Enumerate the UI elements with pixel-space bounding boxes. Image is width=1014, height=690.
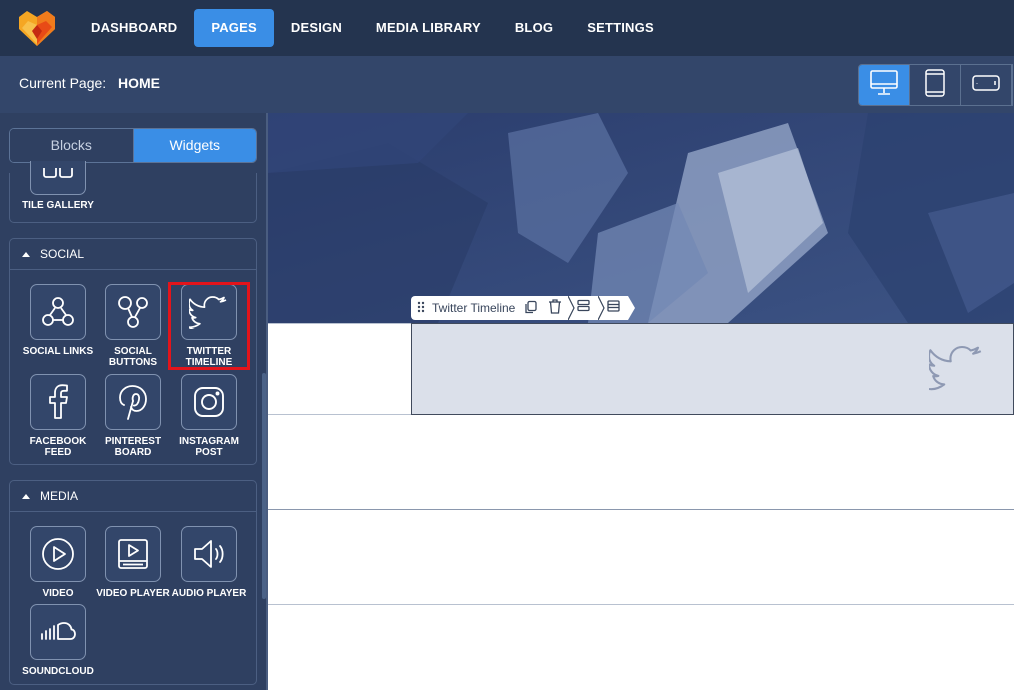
social-links-icon	[30, 284, 86, 340]
widget-label: SOCIAL LINKS	[22, 346, 94, 357]
desktop-view-button[interactable]	[859, 65, 910, 105]
tablet-icon	[924, 68, 946, 103]
social-panel-title: SOCIAL	[40, 247, 85, 261]
media-panel-header[interactable]: MEDIA	[10, 481, 256, 512]
collapse-caret-icon	[22, 251, 30, 257]
device-switcher	[858, 64, 1013, 106]
row-breadcrumb-button[interactable]	[568, 296, 599, 320]
hero-image	[268, 113, 1014, 323]
nav-pages[interactable]: PAGES	[194, 9, 274, 47]
current-page-value[interactable]: HOME	[118, 75, 160, 91]
widget-label: TILE GALLERY	[22, 200, 94, 211]
soundcloud-icon	[30, 604, 86, 660]
social-panel-header[interactable]: SOCIAL	[10, 239, 256, 270]
pinterest-icon	[105, 374, 161, 430]
video-player-icon	[105, 526, 161, 582]
widget-label: FACEBOOK FEED	[29, 436, 87, 458]
widget-video[interactable]: VIDEO	[20, 526, 96, 599]
social-buttons-icon	[105, 284, 161, 340]
facebook-icon	[30, 374, 86, 430]
tab-widgets[interactable]: Widgets	[132, 129, 256, 162]
widget-toolbar-title: Twitter Timeline	[432, 301, 516, 315]
drag-handle-icon[interactable]	[417, 301, 425, 316]
row-divider	[268, 604, 1014, 605]
nav-settings[interactable]: SETTINGS	[570, 9, 671, 47]
tile-gallery-icon	[30, 161, 86, 195]
mobile-landscape-view-button[interactable]	[961, 65, 1012, 105]
widget-video-player[interactable]: VIDEO PLAYER	[95, 526, 171, 599]
widget-toolbar-main: Twitter Timeline	[411, 296, 569, 320]
widget-instagram-post[interactable]: INSTAGRAM POST	[171, 374, 247, 458]
mobile-landscape-icon	[971, 73, 1001, 98]
gallery-panel: TILE GALLERY	[9, 161, 257, 223]
app-logo[interactable]	[18, 9, 56, 47]
row-divider	[268, 323, 411, 324]
widget-label: SOUNDCLOUD	[22, 666, 94, 677]
audio-player-icon	[181, 526, 237, 582]
widget-social-links[interactable]: SOCIAL LINKS	[20, 284, 96, 357]
delete-icon[interactable]	[548, 299, 562, 317]
nav-media-library[interactable]: MEDIA LIBRARY	[359, 9, 498, 47]
tablet-view-button[interactable]	[910, 65, 961, 105]
twitter-placeholder-icon	[927, 344, 985, 397]
top-nav: DASHBOARD PAGES DESIGN MEDIA LIBRARY BLO…	[0, 0, 1014, 56]
media-panel: MEDIA VIDEO VIDEO PLAYER AUDIO PLAYER SO…	[9, 480, 257, 685]
video-icon	[30, 526, 86, 582]
widget-label: SOCIAL BUTTONS	[108, 346, 158, 368]
widget-label: VIDEO	[42, 588, 74, 599]
current-page-label: Current Page:	[19, 75, 107, 91]
widget-toolbar: Twitter Timeline	[411, 296, 636, 320]
media-panel-title: MEDIA	[40, 489, 79, 503]
widget-label: AUDIO PLAYER	[171, 588, 247, 599]
copy-icon[interactable]	[524, 300, 538, 317]
widget-soundcloud[interactable]: SOUNDCLOUD	[20, 604, 96, 677]
widget-label: PINTEREST BOARD	[104, 436, 162, 458]
page-canvas: Twitter Timeline	[268, 113, 1014, 690]
nav-blog[interactable]: BLOG	[498, 9, 570, 47]
nav-dashboard[interactable]: DASHBOARD	[74, 9, 194, 47]
sidebar-tabs: Blocks Widgets	[9, 128, 257, 163]
toolbar-end-arrow	[628, 296, 636, 320]
desktop-icon	[869, 69, 899, 102]
widget-social-buttons[interactable]: SOCIAL BUTTONS	[95, 284, 171, 368]
collapse-caret-icon	[22, 493, 30, 499]
selected-widget-highlight	[168, 282, 250, 370]
instagram-icon	[181, 374, 237, 430]
widget-audio-player[interactable]: AUDIO PLAYER	[171, 526, 247, 599]
widget-label: INSTAGRAM POST	[179, 436, 239, 458]
tab-blocks[interactable]: Blocks	[10, 129, 133, 162]
widget-facebook-feed[interactable]: FACEBOOK FEED	[20, 374, 96, 458]
widget-tile-gallery[interactable]: TILE GALLERY	[20, 161, 96, 211]
section-breadcrumb-button[interactable]	[598, 296, 629, 320]
widget-pinterest-board[interactable]: PINTEREST BOARD	[95, 374, 171, 458]
row-divider	[268, 509, 1014, 510]
widget-sidebar: Blocks Widgets TILE GALLERY SOCIAL SOCIA…	[0, 113, 266, 690]
main-nav: DASHBOARD PAGES DESIGN MEDIA LIBRARY BLO…	[74, 9, 671, 47]
nav-design[interactable]: DESIGN	[274, 9, 359, 47]
widget-label: VIDEO PLAYER	[96, 588, 170, 599]
twitter-timeline-widget[interactable]	[411, 323, 1014, 415]
